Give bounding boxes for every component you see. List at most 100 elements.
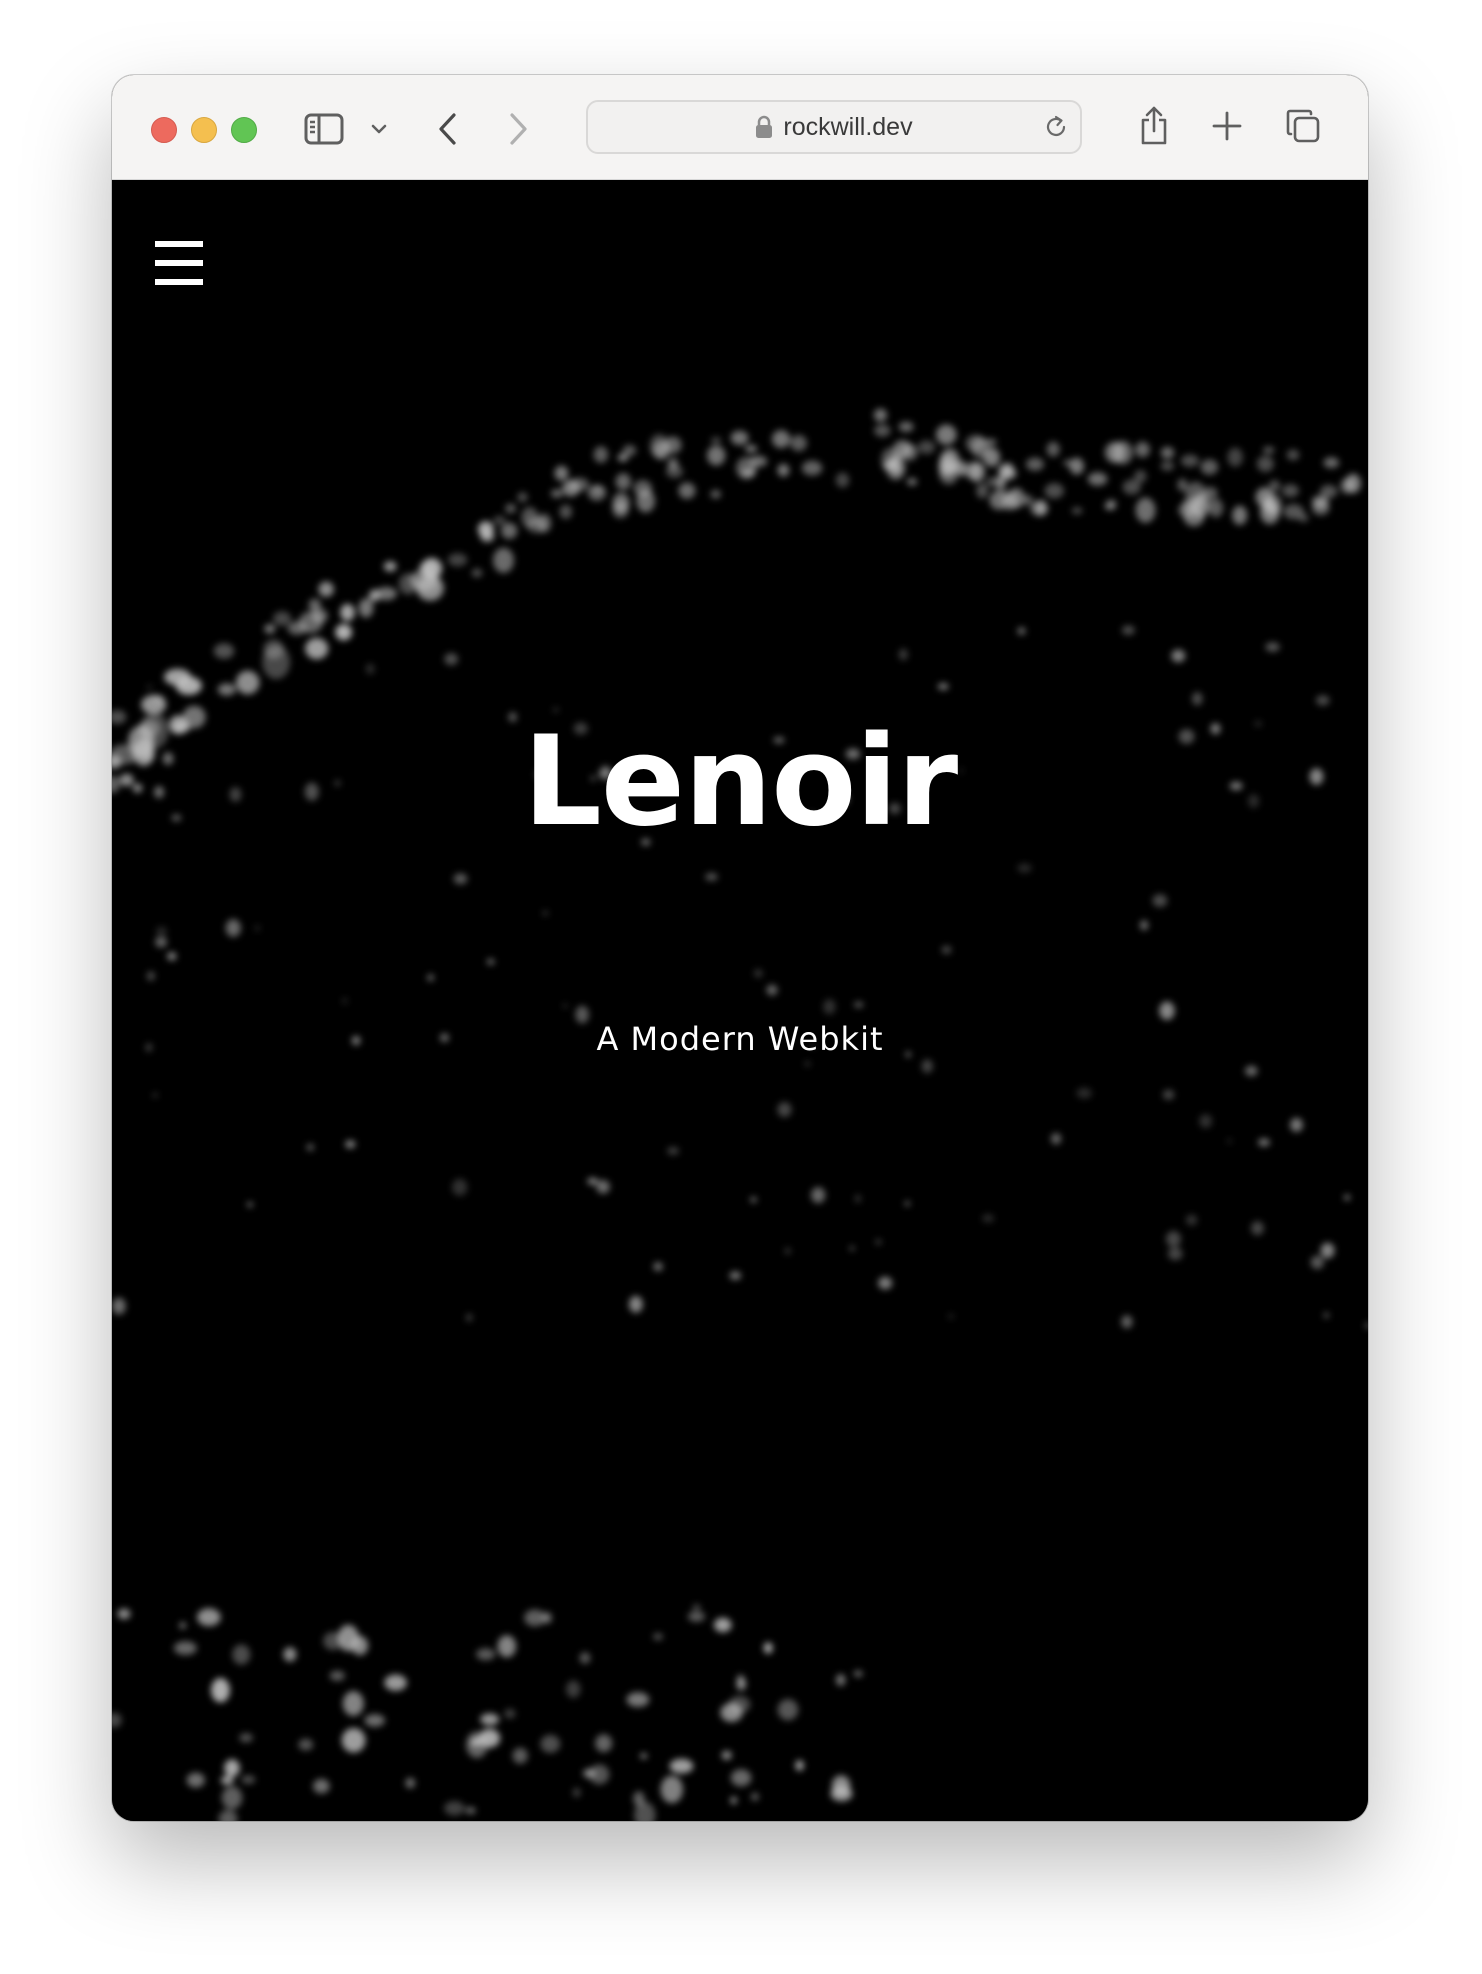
hamburger-menu-icon[interactable] (155, 241, 203, 285)
particle-blob (398, 573, 418, 595)
chevron-left-icon[interactable] (432, 109, 464, 149)
particle-blob (615, 473, 631, 491)
particle-blob (777, 1699, 799, 1721)
particle-blob (901, 444, 918, 461)
particle-blob (1034, 500, 1047, 516)
particle-blob (480, 1713, 500, 1726)
particle-blob (476, 1648, 496, 1661)
particle-blob (688, 1611, 705, 1622)
particle-blob (1310, 1255, 1324, 1270)
chevron-right-icon[interactable] (502, 109, 534, 149)
particle-blob (421, 557, 443, 579)
particle-blob (906, 478, 918, 486)
particle-blob (540, 1734, 561, 1753)
particle-blob (1007, 487, 1025, 509)
particle-blob (197, 1608, 221, 1627)
share-icon[interactable] (1136, 103, 1172, 149)
particle-blob (710, 489, 722, 499)
particle-blob (853, 1001, 864, 1008)
particle-blob (1263, 446, 1275, 454)
particle-blob (1258, 1138, 1270, 1147)
particle-blob (1121, 1315, 1133, 1329)
particle-blob (1312, 495, 1329, 508)
particle-blob (1112, 440, 1133, 465)
particle-blob (225, 919, 241, 937)
particle-blob (305, 637, 329, 660)
particle-blob (542, 910, 549, 916)
particle-blob (593, 446, 609, 463)
url-text: rockwill.dev (783, 112, 913, 141)
particle-blob (1316, 695, 1330, 706)
particle-blob (453, 873, 468, 885)
particle-blob (649, 434, 669, 458)
particle-blob (749, 455, 768, 467)
particle-blob (790, 435, 807, 452)
particle-blob (1286, 449, 1300, 461)
particle-blob (1256, 455, 1274, 472)
address-bar[interactable]: rockwill.dev (586, 100, 1082, 154)
particle-blob (466, 1731, 488, 1759)
particle-blob (1160, 446, 1175, 459)
browser-toolbar: rockwill.dev (112, 75, 1368, 180)
particle-blob (678, 482, 696, 499)
particle-blob (211, 1678, 230, 1703)
particle-blob (777, 1102, 792, 1118)
particle-blob (298, 1738, 314, 1751)
particle-blob (936, 424, 957, 445)
particle-blob (1152, 894, 1168, 907)
particle-blob (766, 984, 778, 996)
particle-blob (763, 1642, 773, 1654)
particle-blob (730, 1796, 737, 1805)
particle-blob (830, 1786, 853, 1802)
particle-blob (337, 1624, 359, 1652)
particle-blob (318, 581, 334, 597)
particle-blob (587, 1177, 598, 1185)
particle-blob (480, 530, 495, 542)
particle-blob (1265, 642, 1280, 652)
particle-blob (729, 1271, 742, 1280)
particle-blob (466, 1313, 473, 1322)
particle-blob (365, 663, 375, 675)
particle-blob (405, 1777, 416, 1789)
particle-blob (721, 1750, 732, 1760)
particle-blob (939, 462, 959, 485)
particle-blob (1227, 447, 1243, 467)
particle-blob (622, 445, 637, 456)
particle-blob (1122, 625, 1135, 635)
particle-blob (566, 1680, 581, 1698)
particle-blob (254, 924, 260, 932)
particle-blob (308, 598, 321, 612)
particle-blob (1232, 505, 1248, 525)
tabs-overview-icon[interactable] (1284, 107, 1322, 145)
sidebar-icon[interactable] (302, 109, 346, 149)
reload-icon[interactable] (1042, 113, 1070, 141)
particle-blob (1159, 1001, 1175, 1020)
particle-blob (579, 1652, 591, 1664)
particle-blob (1178, 503, 1197, 518)
particle-blob (692, 1604, 701, 1611)
particle-blob (117, 1608, 131, 1620)
particle-blob (777, 463, 790, 477)
particle-blob (989, 490, 1009, 510)
particle-blob (1135, 441, 1150, 458)
minimize-window-button[interactable] (191, 117, 217, 143)
close-window-button[interactable] (151, 117, 177, 143)
particle-blob (497, 1635, 517, 1658)
particle-blob (805, 1061, 810, 1066)
particle-blob (889, 458, 900, 465)
particle-blob (375, 587, 397, 601)
chevron-down-icon[interactable] (368, 119, 390, 139)
zoom-window-button[interactable] (231, 117, 257, 143)
particle-blob (667, 1147, 679, 1155)
plus-icon[interactable] (1210, 109, 1244, 143)
particle-blob (745, 444, 758, 453)
particle-blob (1106, 499, 1117, 507)
particle-blob (921, 1059, 933, 1073)
particle-blob (653, 1633, 663, 1641)
particle-blob (596, 1180, 610, 1194)
particle-blob (1166, 1231, 1181, 1247)
particle-blob (784, 1247, 791, 1255)
particle-blob (633, 1791, 645, 1807)
particle-blob (941, 945, 952, 954)
particle-blob (1051, 1133, 1062, 1145)
